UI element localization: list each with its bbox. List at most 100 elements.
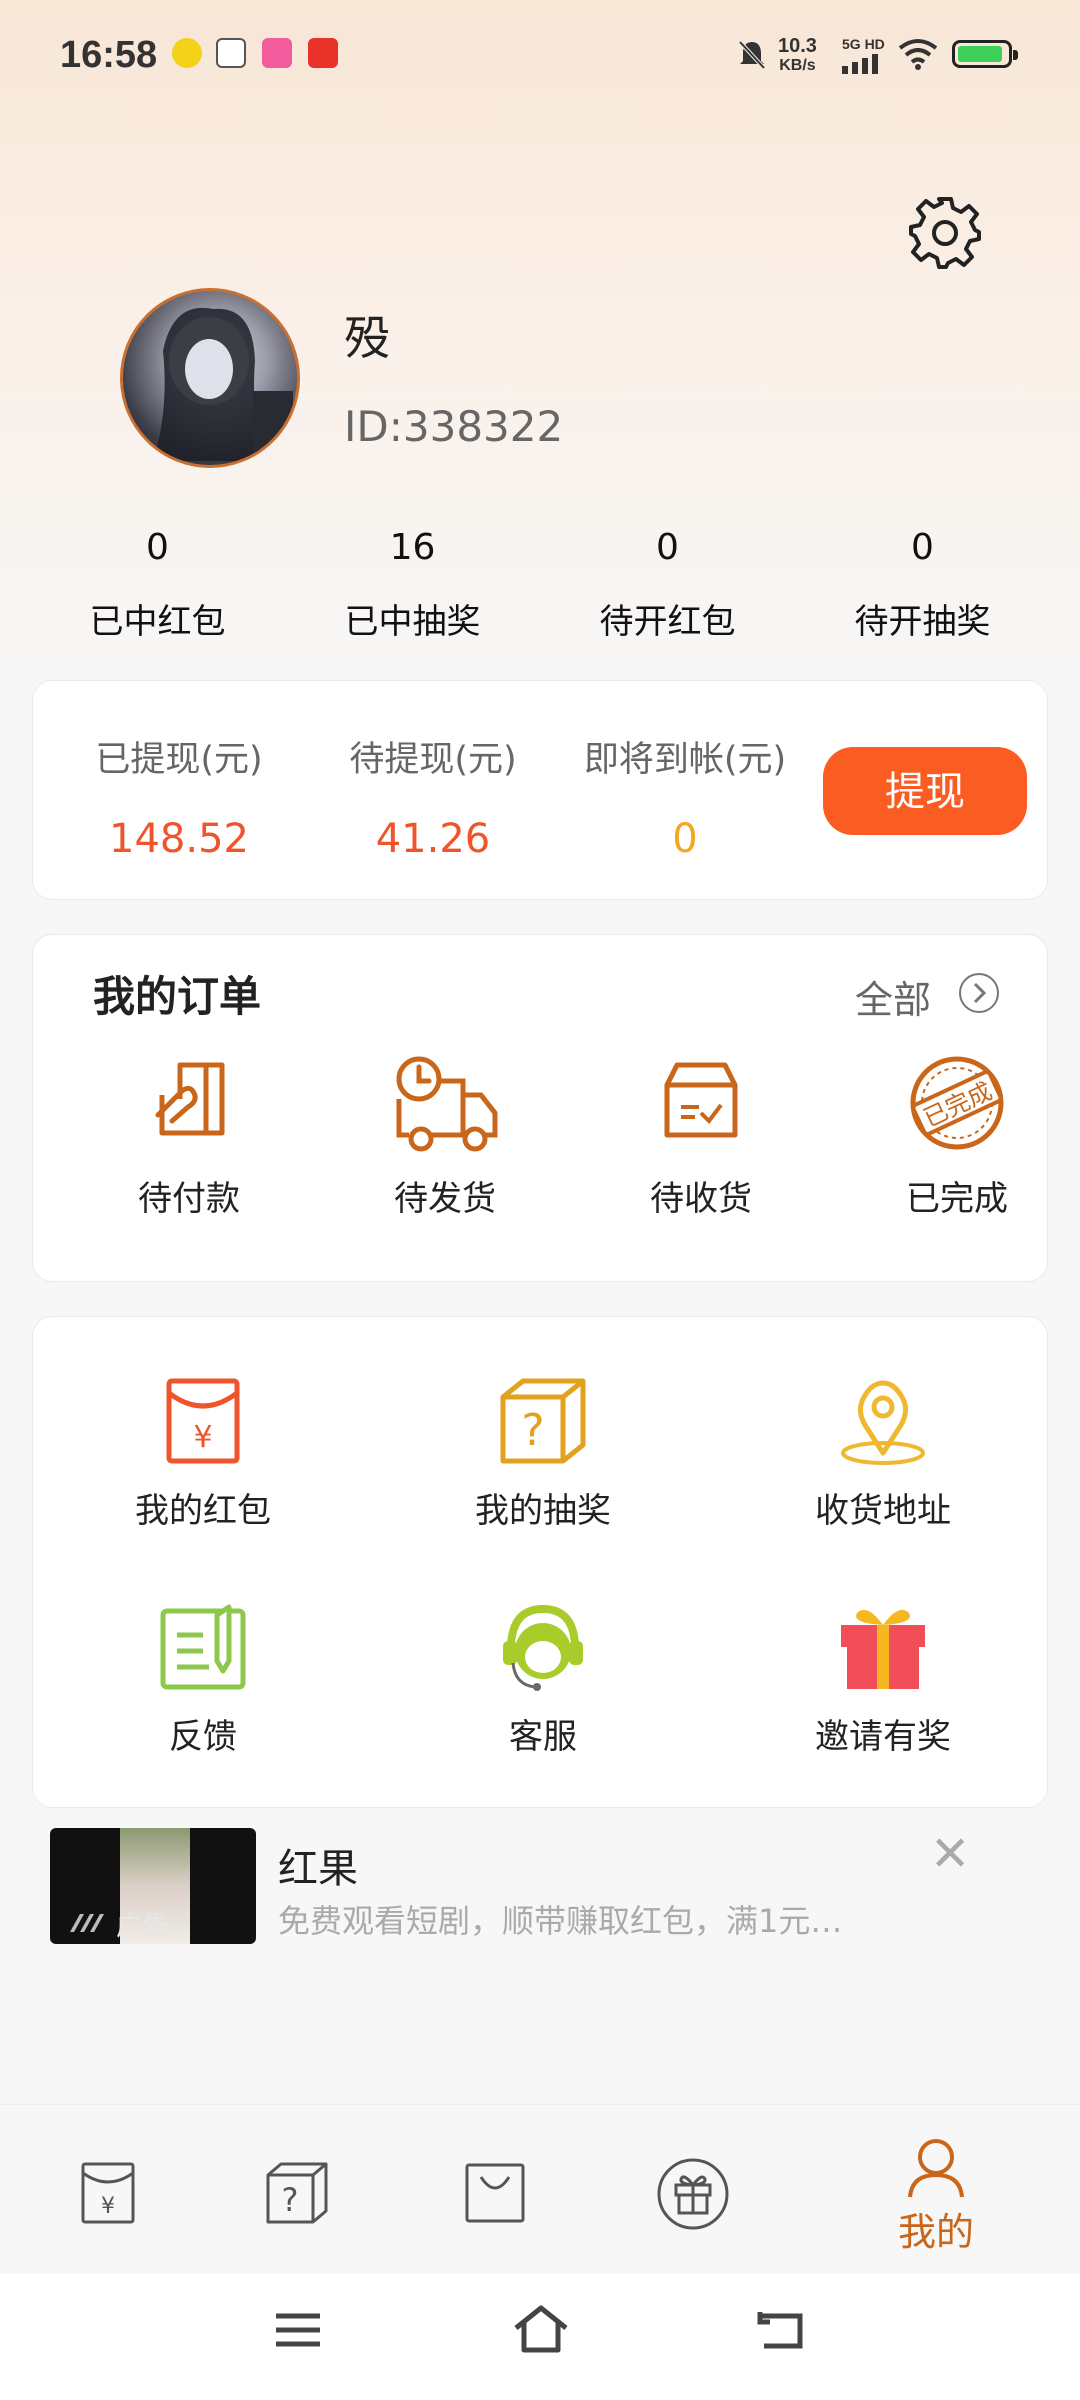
delivery-truck-icon (396, 1056, 498, 1152)
tab-red-packets[interactable]: ¥ (0, 2105, 216, 2275)
ad-badge: 广告 (116, 1912, 169, 1942)
stats-row: 0 已中红包 16 已中抽奖 0 待开红包 0 待开抽奖 (0, 520, 1080, 643)
stat-value: 0 (146, 527, 169, 568)
ad-title: 红果 (278, 1846, 358, 1892)
svg-text:¥: ¥ (193, 1420, 212, 1455)
gear-icon[interactable] (906, 194, 984, 272)
ad-description: 免费观看短剧，顺带赚取红包，满1元… (278, 1902, 843, 1940)
stat-won-red-packets[interactable]: 0 已中红包 (30, 520, 285, 643)
service-label: 反馈 (169, 1717, 237, 1757)
network-speed: 10.3 KB/s (778, 36, 817, 76)
net-speed-value: 10.3 (778, 35, 817, 57)
stat-label: 待开红包 (599, 602, 736, 642)
service-label: 客服 (509, 1717, 577, 1757)
ad-banner[interactable]: 广告 红果 免费观看短剧，顺带赚取红包，满1元… ✕ (50, 1826, 1030, 1946)
tab-lottery[interactable]: ? (189, 2105, 405, 2275)
stat-value: 0 (656, 527, 679, 568)
service-label: 收货地址 (815, 1491, 951, 1531)
withdraw-button[interactable]: 提现 (823, 747, 1027, 835)
wifi-icon (898, 39, 938, 70)
tab-gift[interactable] (585, 2105, 801, 2275)
system-nav-bar (0, 2274, 1080, 2400)
close-icon[interactable]: ✕ (930, 1826, 970, 1882)
pending-withdraw-value: 41.26 (375, 816, 491, 862)
gift-icon (841, 1609, 925, 1689)
avatar-image (153, 307, 293, 465)
incoming-value: 0 (672, 816, 698, 862)
service-customer-support[interactable]: 客服 (413, 1601, 673, 1758)
service-feedback[interactable]: 反馈 (73, 1601, 333, 1758)
shopping-bag-tab-icon (465, 2163, 525, 2223)
stat-won-lotteries[interactable]: 16 已中抽奖 (285, 520, 540, 643)
tab-profile[interactable]: 我的 (828, 2105, 1044, 2275)
service-my-red-packets[interactable]: ¥ 我的红包 (73, 1375, 333, 1532)
receive-box-icon (664, 1062, 738, 1138)
incoming-label: 即将到帐(元) (583, 740, 787, 780)
location-pin-icon (841, 1380, 925, 1465)
app-notification-icon (216, 38, 246, 68)
user-id: ID:338322 (344, 402, 564, 451)
gift-tab-icon (657, 2158, 729, 2230)
orders-card: 我的订单 全部 待付款 待发货 待收货 已完成 已完成 (32, 934, 1048, 1282)
status-bar: 16:58 10.3 KB/s 5G HD (0, 0, 1080, 110)
feedback-icon (160, 1604, 246, 1690)
lottery-box-tab-icon: ? (266, 2162, 328, 2224)
red-envelope-tab-icon: ¥ (81, 2162, 135, 2224)
stat-label: 待开抽奖 (854, 602, 991, 642)
service-label: 邀请有奖 (815, 1717, 951, 1757)
service-label: 我的抽奖 (475, 1491, 611, 1531)
order-label: 待收货 (650, 1179, 752, 1219)
orders-title: 我的订单 (93, 972, 262, 1021)
net-speed-unit: KB/s (779, 57, 816, 74)
withdrawn-value: 148.52 (109, 816, 249, 862)
status-time: 16:58 (60, 34, 158, 76)
order-label: 待发货 (394, 1179, 496, 1219)
stat-label: 已中红包 (89, 602, 226, 642)
mystery-box-icon: ? (500, 1378, 586, 1464)
service-invite-reward[interactable]: 邀请有奖 (753, 1601, 1013, 1758)
stat-pending-red-packets[interactable]: 0 待开红包 (540, 520, 795, 643)
order-completed[interactable]: 已完成 已完成 (857, 1055, 1057, 1220)
stat-label: 已中抽奖 (344, 602, 481, 642)
order-label: 已完成 (906, 1179, 1008, 1219)
ad-thumbnail: 广告 (50, 1828, 256, 1944)
service-shipping-address[interactable]: 收货地址 (753, 1375, 1013, 1532)
customer-service-icon (503, 1604, 583, 1691)
tab-shop[interactable] (387, 2105, 603, 2275)
menu-icon[interactable] (274, 2310, 324, 2350)
home-icon[interactable] (512, 2304, 570, 2354)
stat-value: 0 (911, 527, 934, 568)
stat-pending-lotteries[interactable]: 0 待开抽奖 (795, 520, 1050, 643)
app-notification-icon (308, 38, 338, 68)
red-envelope-icon: ¥ (166, 1378, 240, 1464)
app-notification-icon (172, 38, 202, 68)
battery-icon (952, 40, 1018, 68)
orders-all-link[interactable]: 全部 (855, 969, 931, 1024)
order-pending-payment[interactable]: 待付款 (89, 1055, 289, 1220)
svg-text:?: ? (282, 2181, 299, 2219)
order-pending-receipt[interactable]: 待收货 (601, 1055, 801, 1220)
payment-icon (155, 1062, 225, 1136)
ad-logo-icon (70, 1914, 104, 1932)
mute-bell-icon (738, 40, 766, 70)
username: 殁 (344, 311, 390, 365)
services-card: ¥ 我的红包 ? 我的抽奖 收货地址 反馈 客服 邀请有奖 (32, 1316, 1048, 1808)
withdrawn-amount: 已提现(元) 148.52 (49, 731, 309, 862)
order-label: 待付款 (138, 1179, 240, 1219)
order-pending-shipment[interactable]: 待发货 (345, 1055, 545, 1220)
app-notification-icon (262, 38, 292, 68)
profile-tab-icon (908, 2139, 964, 2198)
bottom-tab-bar: ¥ ? 我的 (0, 2104, 1080, 2275)
withdraw-card: 已提现(元) 148.52 待提现(元) 41.26 即将到帐(元) 0 提现 (32, 680, 1048, 900)
pending-withdraw-amount: 待提现(元) 41.26 (303, 731, 563, 862)
chevron-right-icon[interactable] (959, 973, 999, 1013)
incoming-amount: 即将到帐(元) 0 (555, 731, 815, 862)
back-icon[interactable] (754, 2306, 806, 2352)
signal-label: 5G HD (842, 36, 885, 52)
service-my-lottery[interactable]: ? 我的抽奖 (413, 1375, 673, 1532)
avatar[interactable] (120, 288, 300, 468)
withdrawn-label: 已提现(元) (95, 740, 263, 780)
completed-stamp-icon: 已完成 (910, 1056, 1004, 1150)
tab-profile-label: 我的 (897, 2210, 974, 2254)
stat-value: 16 (389, 527, 436, 568)
